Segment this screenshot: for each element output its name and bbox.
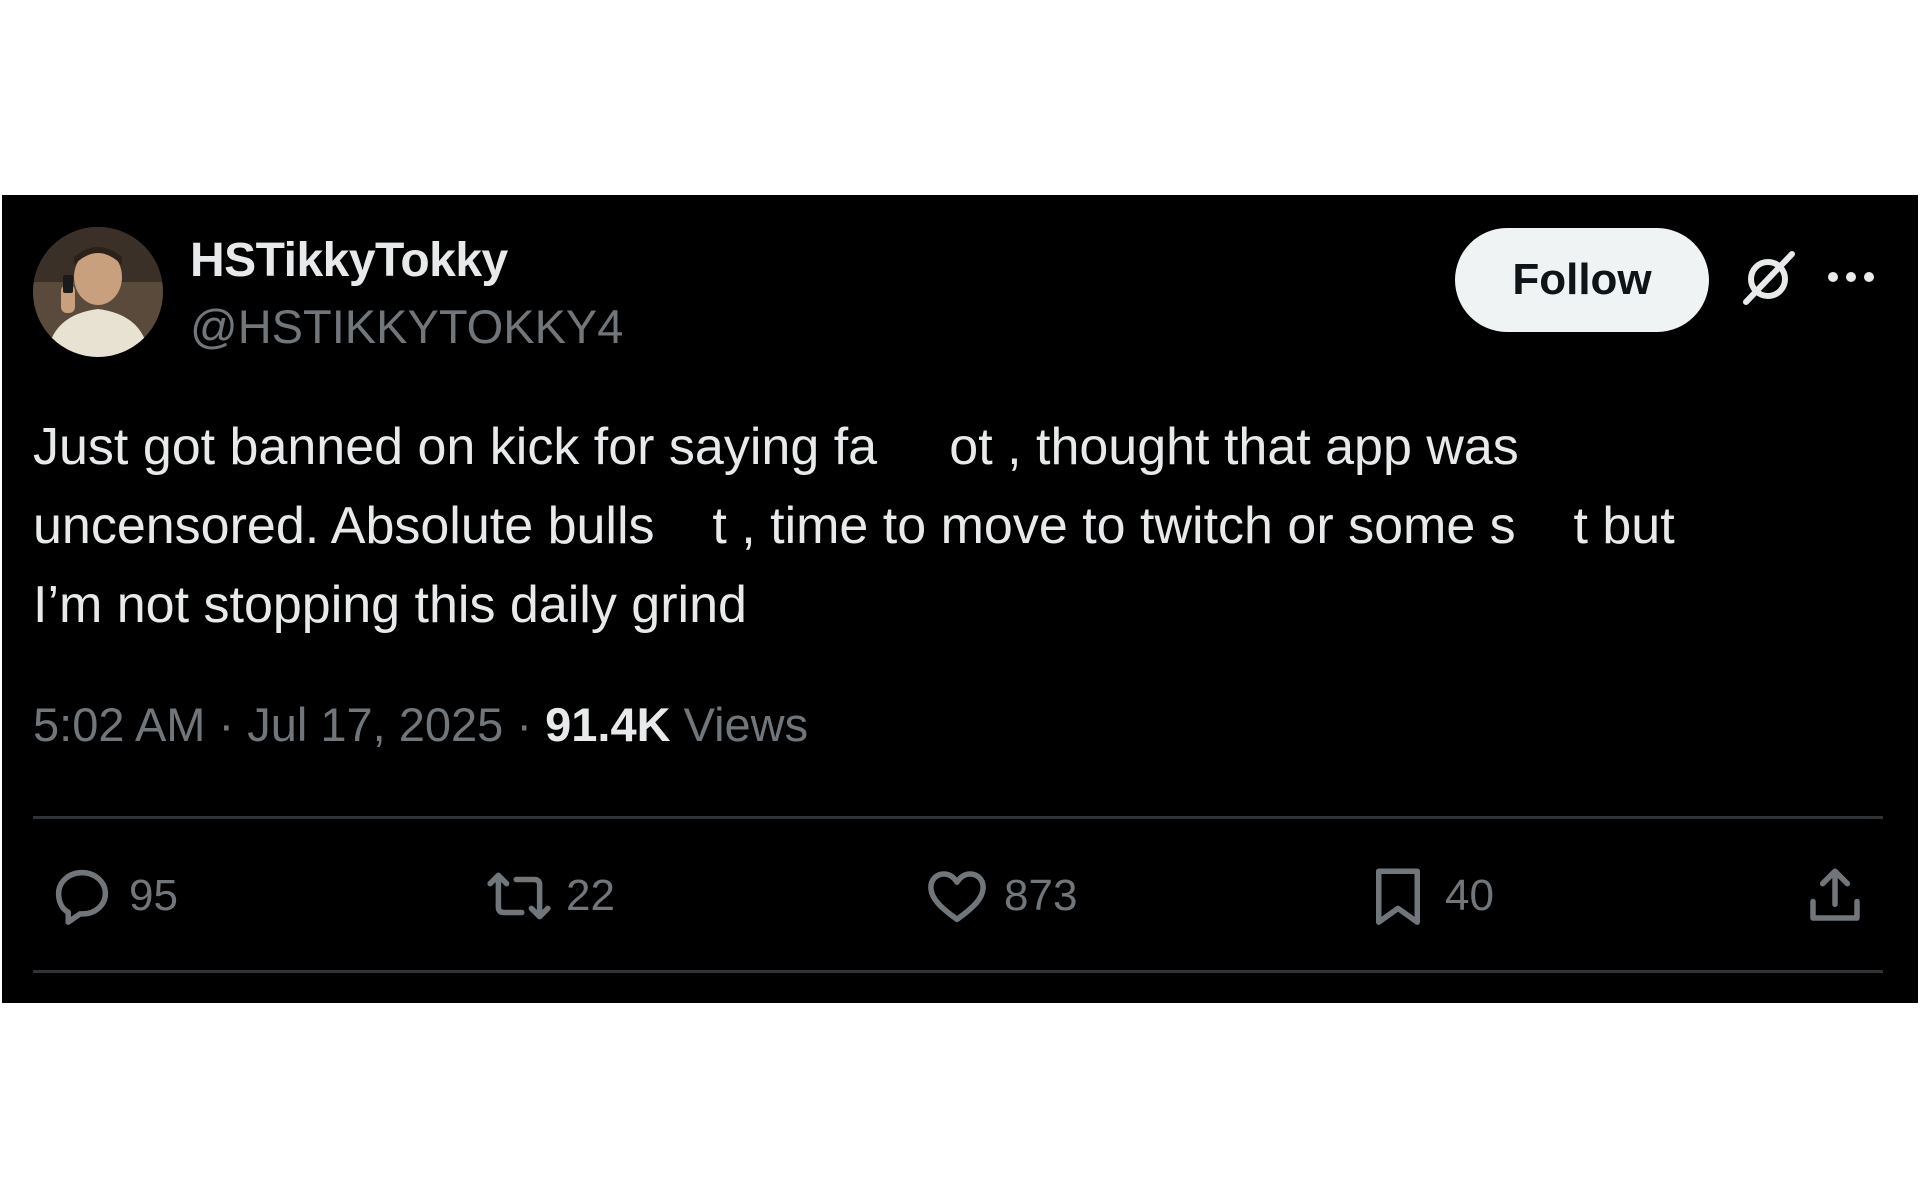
tweet-line: I’m not stopping this daily grind (33, 576, 747, 634)
meta-separator: · (218, 698, 235, 751)
reply-button[interactable]: 95 (49, 861, 178, 931)
follow-button[interactable]: Follow (1455, 228, 1709, 332)
retweet-icon (487, 872, 551, 920)
retweet-button[interactable]: 22 (486, 861, 615, 931)
divider (33, 816, 1883, 819)
tweet-line: Just got banned on kick for saying fa ot… (33, 418, 1519, 476)
avatar-image (33, 227, 163, 357)
display-name[interactable]: HSTikkyTokky (190, 233, 508, 288)
grok-icon[interactable] (1738, 248, 1798, 308)
bookmark-button[interactable]: 40 (1365, 861, 1494, 931)
retweet-count: 22 (566, 871, 615, 920)
user-handle[interactable]: @HSTIKKYTOKKY4 (190, 299, 623, 354)
avatar[interactable] (33, 227, 163, 357)
share-button[interactable] (1802, 861, 1868, 931)
tweet-card: HSTikkyTokky @HSTIKKYTOKKY4 Follow Just … (2, 195, 1918, 1003)
like-button[interactable]: 873 (924, 861, 1077, 931)
tweet-meta: 5:02 AM · Jul 17, 2025 · 91.4K Views (33, 697, 808, 752)
reply-icon (55, 869, 109, 925)
like-count: 873 (1004, 871, 1078, 920)
more-options-icon[interactable] (1825, 265, 1877, 289)
views-label: Views (683, 698, 809, 751)
divider (33, 970, 1883, 973)
tweet-line: uncensored. Absolute bulls t , time to m… (33, 497, 1675, 555)
heart-icon (928, 871, 986, 923)
bookmark-count: 40 (1445, 871, 1494, 920)
tweet-date[interactable]: Jul 17, 2025 (247, 698, 503, 751)
tweet-text: Just got banned on kick for saying fa ot… (33, 408, 1873, 645)
meta-separator: · (516, 698, 533, 751)
bookmark-icon (1376, 868, 1420, 925)
tweet-time[interactable]: 5:02 AM (33, 698, 205, 751)
reply-count: 95 (129, 871, 178, 920)
views-count: 91.4K (545, 698, 671, 751)
share-icon (1810, 868, 1860, 921)
